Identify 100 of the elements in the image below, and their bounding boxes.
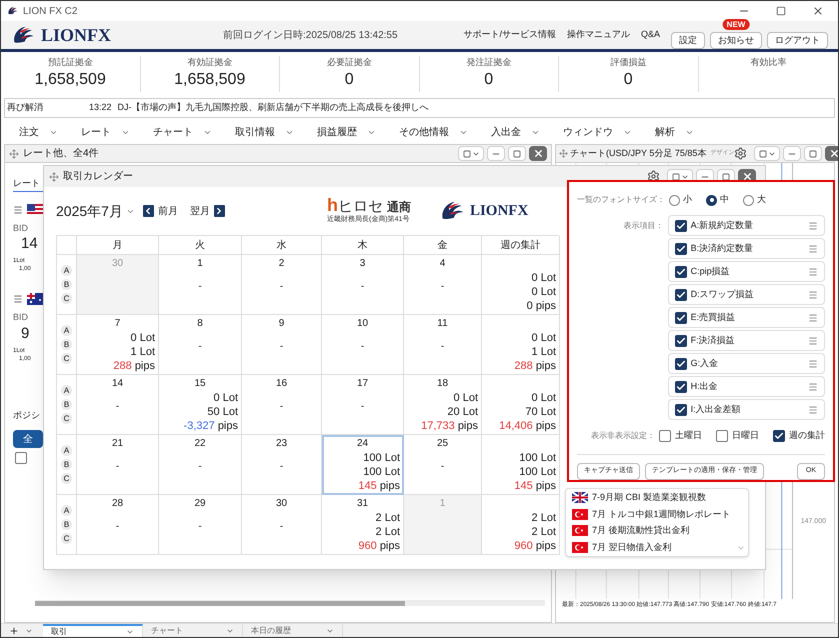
header-button[interactable]: 設定 bbox=[671, 32, 705, 50]
menu-item[interactable]: 取引情報 bbox=[235, 124, 294, 140]
calendar-day[interactable]: 24 100 Lot 100 Lot 145 pips bbox=[322, 435, 404, 495]
drag-handle-icon[interactable] bbox=[808, 404, 818, 414]
drag-handle-icon[interactable] bbox=[13, 204, 23, 214]
checkbox[interactable] bbox=[674, 312, 687, 324]
month-selector[interactable]: 2025年7月 bbox=[56, 200, 135, 222]
prev-month-button[interactable]: 前月 bbox=[142, 204, 178, 218]
move-icon[interactable] bbox=[559, 149, 568, 158]
select-all-button[interactable]: 全 bbox=[13, 430, 43, 448]
display-item[interactable]: E:売買損益 bbox=[668, 307, 825, 328]
menu-item[interactable]: レート bbox=[81, 124, 130, 140]
calendar-day[interactable]: 30 - bbox=[242, 495, 322, 555]
layout-button[interactable] bbox=[458, 146, 484, 161]
settings-icon[interactable] bbox=[734, 147, 748, 160]
calendar-day[interactable]: 23 - bbox=[242, 435, 322, 495]
header-link[interactable]: Q&A bbox=[640, 28, 660, 42]
event-text[interactable]: 7月 後期流動性貸出金利 bbox=[592, 524, 690, 538]
checkbox[interactable] bbox=[674, 266, 687, 278]
drag-handle-icon[interactable] bbox=[13, 294, 23, 304]
radio-button[interactable] bbox=[669, 194, 680, 206]
drag-handle-icon[interactable] bbox=[808, 336, 818, 346]
calendar-day[interactable]: 9 - bbox=[242, 315, 322, 375]
menu-item[interactable]: 注文 bbox=[19, 124, 58, 140]
display-item[interactable]: D:スワップ損益 bbox=[668, 284, 825, 305]
calendar-day[interactable]: 4 - bbox=[404, 255, 482, 315]
event-text[interactable]: 7月 翌日物借入金利 bbox=[592, 540, 672, 554]
close-icon[interactable] bbox=[812, 5, 824, 17]
drag-handle-icon[interactable] bbox=[808, 358, 818, 368]
checkbox[interactable] bbox=[674, 334, 687, 346]
event-list[interactable]: 7-9月期 CBI 製造業楽観視数 7月 トルコ中銀1週間物レポレート 7月 後期流動性貸出金利 7月 翌日物借入金利 bbox=[565, 488, 749, 557]
calendar-day[interactable]: 29 - bbox=[159, 495, 242, 555]
menu-item[interactable]: 入出金 bbox=[491, 124, 540, 140]
checkbox[interactable] bbox=[716, 430, 728, 442]
add-tab-icon[interactable] bbox=[9, 626, 19, 636]
close-button[interactable] bbox=[825, 146, 838, 161]
calendar-day[interactable]: 1 - bbox=[159, 255, 242, 315]
calendar-day[interactable]: 8 - bbox=[159, 315, 242, 375]
display-item[interactable]: A:新規約定数量 bbox=[668, 215, 825, 236]
display-item[interactable]: I:入出金差額 bbox=[668, 399, 825, 420]
display-item[interactable]: C:pip損益 bbox=[668, 261, 825, 282]
minimize-button[interactable] bbox=[783, 146, 802, 161]
checkbox[interactable] bbox=[674, 358, 687, 370]
checkbox[interactable] bbox=[674, 242, 687, 254]
calendar-day[interactable]: 7 0 Lot 1 Lot 288 pips bbox=[77, 315, 159, 375]
drag-handle-icon[interactable] bbox=[808, 382, 818, 392]
event-text[interactable]: 7月 トルコ中銀1週間物レポレート bbox=[592, 508, 731, 521]
display-item[interactable]: H:出金 bbox=[668, 376, 825, 397]
settings-icon[interactable] bbox=[647, 170, 660, 183]
display-item[interactable]: B:決済約定数量 bbox=[668, 238, 825, 259]
drag-handle-icon[interactable] bbox=[808, 290, 818, 300]
drag-handle-icon[interactable] bbox=[808, 220, 818, 230]
calendar-day[interactable]: 18 0 Lot 20 Lot 17,733 pips bbox=[404, 375, 482, 435]
event-text[interactable]: 7-9月期 CBI 製造業楽観視数 bbox=[592, 491, 706, 504]
calendar-day[interactable]: 15 0 Lot 50 Lot -3,327 pips bbox=[159, 375, 242, 435]
checkbox[interactable] bbox=[773, 430, 785, 442]
radio-button[interactable] bbox=[706, 194, 717, 206]
checkbox[interactable] bbox=[674, 380, 687, 392]
menu-item[interactable]: チャート bbox=[153, 124, 212, 140]
checkbox[interactable] bbox=[674, 288, 687, 300]
menu-item[interactable]: 損益履歴 bbox=[317, 124, 376, 140]
calendar-day[interactable]: 2 - bbox=[242, 255, 322, 315]
move-icon[interactable] bbox=[49, 172, 59, 182]
workspace-tab[interactable]: 本日の履歴 bbox=[243, 624, 343, 637]
header-button[interactable]: ログアウト bbox=[767, 32, 828, 50]
calendar-day[interactable]: 14 - bbox=[77, 375, 159, 435]
close-button[interactable] bbox=[529, 146, 547, 161]
calendar-day[interactable]: 22 - bbox=[159, 435, 242, 495]
layout-button[interactable] bbox=[754, 146, 780, 161]
header-link[interactable]: サポート/サービス情報 bbox=[463, 28, 556, 42]
minimize-button[interactable] bbox=[487, 146, 505, 161]
calendar-day[interactable]: 17 - bbox=[322, 375, 404, 435]
maximize-button[interactable] bbox=[508, 146, 526, 161]
calendar-day[interactable]: 16 - bbox=[242, 375, 322, 435]
drag-handle-icon[interactable] bbox=[808, 312, 818, 322]
display-item[interactable]: G:入金 bbox=[668, 353, 825, 374]
menu-item[interactable]: ウィンドウ bbox=[563, 124, 632, 140]
radio-button[interactable] bbox=[743, 194, 754, 206]
next-month-button[interactable]: 翌月 bbox=[190, 204, 225, 218]
menu-item[interactable]: 解析 bbox=[655, 124, 694, 140]
news-ticker[interactable]: 再び解消 13:22 DJ-【市場の声】九毛九国際控股、刷新店舗が下半期の売上高成長を後押しへ bbox=[4, 98, 835, 118]
calendar-day[interactable]: 28 - bbox=[77, 495, 159, 555]
drag-handle-icon[interactable] bbox=[808, 266, 818, 276]
workspace-tab[interactable]: 取引 bbox=[43, 624, 143, 637]
header-button[interactable]: お知らせ bbox=[710, 32, 762, 50]
menu-item[interactable]: その他情報 bbox=[399, 124, 468, 140]
maximize-icon[interactable] bbox=[776, 6, 786, 16]
drag-handle-icon[interactable] bbox=[808, 244, 818, 254]
horizontal-scrollbar[interactable] bbox=[35, 600, 405, 606]
calendar-day[interactable]: 10 - bbox=[322, 315, 404, 375]
checkbox[interactable] bbox=[674, 404, 687, 416]
checkbox[interactable] bbox=[15, 452, 27, 464]
header-link[interactable]: 操作マニュアル bbox=[566, 28, 630, 42]
checkbox[interactable] bbox=[659, 430, 671, 442]
workspace-tab[interactable]: チャート bbox=[143, 624, 243, 637]
calendar-day[interactable]: 3 - bbox=[322, 255, 404, 315]
calendar-day[interactable]: 21 - bbox=[77, 435, 159, 495]
calendar-day[interactable]: 11 - bbox=[404, 315, 482, 375]
display-item[interactable]: F:決済損益 bbox=[668, 330, 825, 351]
move-icon[interactable] bbox=[9, 148, 19, 158]
